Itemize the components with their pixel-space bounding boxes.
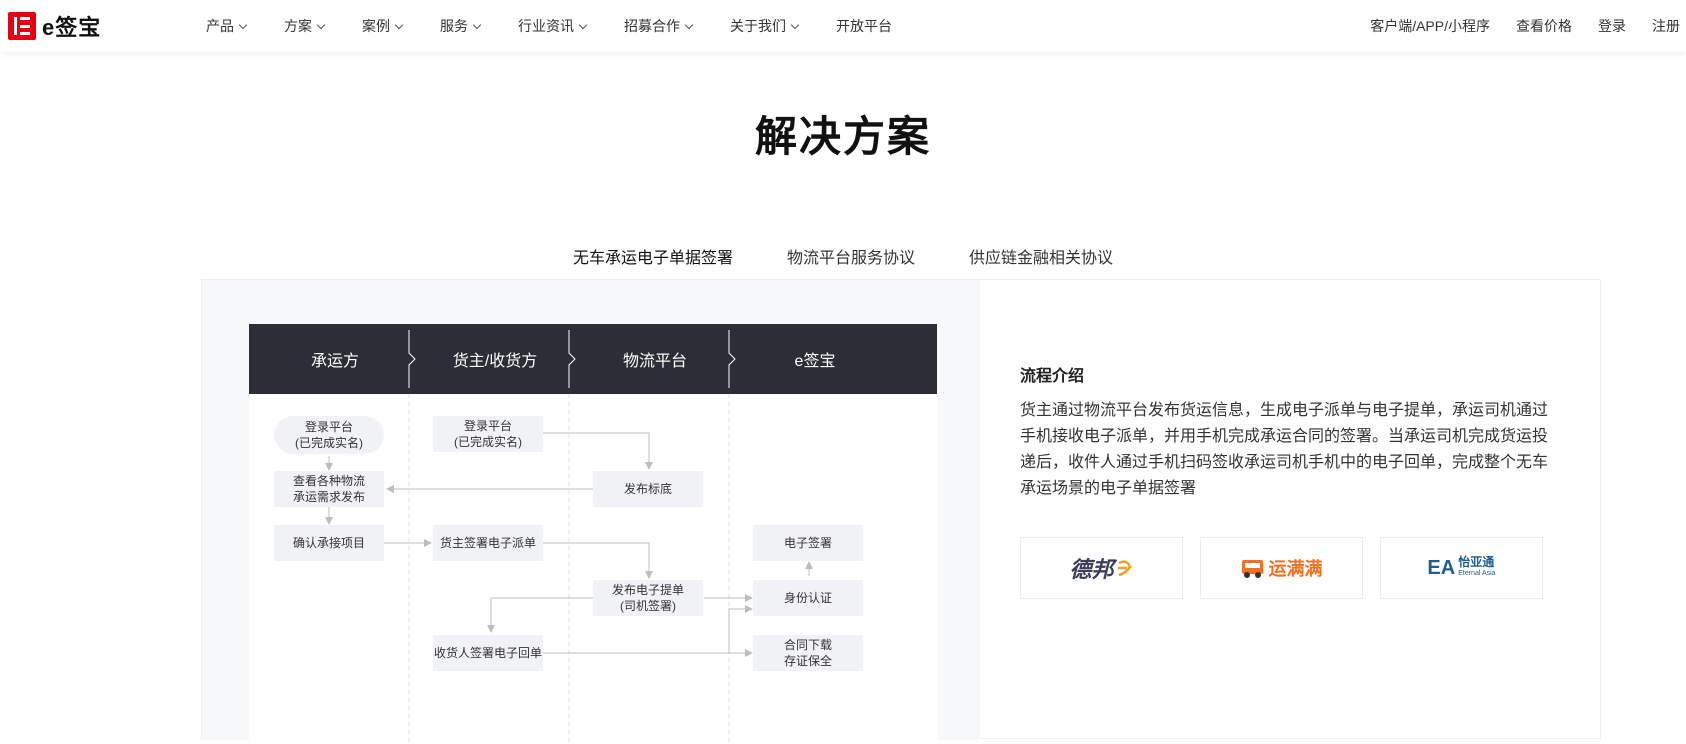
nav-label: 方案 [284, 18, 312, 34]
partner-subname: Eternal Asia [1458, 570, 1496, 577]
main-nav: 产品 方案 案例 服务 行业资讯 招募合作 关于我们 开放平台 [206, 0, 930, 52]
chevron-down-icon [394, 20, 404, 29]
solution-panel: 承运方 货主/收货方 物流平台 e签宝 登录平台 (已完成实名) 查看各种物流 … [201, 279, 1601, 744]
node-owner-sign-dispatch: 货主签署电子派单 [433, 525, 543, 561]
node-platform-bill: 发布电子提单 (司机签署) [593, 580, 703, 616]
truck-icon [1241, 560, 1263, 578]
chevron-down-icon [316, 20, 326, 29]
partner-name: 怡亚通 [1458, 555, 1495, 569]
lane-title-carrier: 承运方 [310, 353, 359, 370]
nav-label: 行业资讯 [518, 18, 574, 34]
nav-label: 案例 [362, 18, 390, 34]
node-owner-login: 登录平台 (已完成实名) [433, 416, 543, 452]
nav-item-services[interactable]: 服务 [440, 16, 482, 36]
lane-title-esign: e签宝 [794, 353, 836, 370]
nav-item-open-platform[interactable]: 开放平台 [836, 16, 892, 36]
partner-name: 德邦 [1069, 557, 1114, 582]
node-esign-sign: 电子签署 [753, 525, 863, 561]
node-carrier-login: 登录平台 (已完成实名) [274, 416, 384, 454]
login-link[interactable]: 登录 [1598, 16, 1626, 36]
logo[interactable]: e签宝 [8, 10, 101, 42]
flow-diagram: 承运方 货主/收货方 物流平台 e签宝 登录平台 (已完成实名) 查看各种物流 … [249, 324, 937, 744]
chevron-down-icon [578, 20, 588, 29]
pricing-link[interactable]: 查看价格 [1516, 16, 1572, 36]
lane-title-owner: 货主/收货方 [452, 353, 538, 370]
logo-mark-icon [8, 12, 36, 40]
nav-label: 招募合作 [624, 18, 680, 34]
chevron-down-icon [684, 20, 694, 29]
top-header: e签宝 产品 方案 案例 服务 行业资讯 招募合作 关于我们 开放平台 客户端/… [0, 0, 1686, 52]
client-app-link[interactable]: 客户端/APP/小程序 [1370, 16, 1490, 36]
node-esign-auth: 身份认证 [753, 580, 863, 616]
solution-tabs: 无车承运电子单据签署 物流平台服务协议 供应链金融相关协议 [0, 232, 1686, 283]
debang-mark-icon [1117, 560, 1131, 577]
chevron-down-icon [472, 20, 482, 29]
node-platform-publish-bid: 发布标底 [593, 471, 703, 507]
eternal-asia-mark-icon: EA [1427, 556, 1456, 579]
page-title: 解决方案 [754, 113, 931, 160]
tab-freight-documents[interactable]: 无车承运电子单据签署 [567, 232, 739, 283]
flow-diagram-area: 承运方 货主/收货方 物流平台 e签宝 登录平台 (已完成实名) 查看各种物流 … [202, 280, 980, 744]
nav-item-products[interactable]: 产品 [206, 16, 248, 36]
node-receiver-sign-receipt: 收货人签署电子回单 [433, 635, 543, 671]
tab-supply-chain-finance[interactable]: 供应链金融相关协议 [969, 232, 1113, 280]
tab-logistics-agreement[interactable]: 物流平台服务协议 [787, 232, 915, 280]
nav-item-about[interactable]: 关于我们 [730, 16, 800, 36]
nav-label: 服务 [440, 18, 468, 34]
lane-title-platform: 物流平台 [622, 353, 687, 370]
intro-text: 货主通过物流平台发布货运信息，生成电子派单与电子提单，承运司机通过手机接收电子派… [1020, 402, 1549, 497]
partner-name-block: 怡亚通 Eternal Asia [1458, 556, 1495, 580]
partner-logo-yunmanman: 运满满 [1200, 537, 1363, 599]
intro-title: 流程介绍 [1020, 368, 1085, 385]
nav-item-partners[interactable]: 招募合作 [624, 16, 694, 36]
register-link[interactable]: 注册 [1652, 16, 1680, 36]
nav-item-solutions[interactable]: 方案 [284, 16, 326, 36]
nav-label: 产品 [206, 18, 234, 34]
node-carrier-view-demand: 查看各种物流 承运需求发布 [274, 471, 384, 507]
node-carrier-confirm: 确认承接项目 [274, 525, 384, 561]
partner-logo-eternal-asia: EA 怡亚通 Eternal Asia [1380, 537, 1543, 599]
nav-item-cases[interactable]: 案例 [362, 16, 404, 36]
flow-intro: 流程介绍 货主通过物流平台发布货运信息，生成电子派单与电子提单，承运司机通过手机… [1020, 280, 1560, 740]
header-actions: 客户端/APP/小程序 查看价格 登录 注册 [1344, 0, 1680, 52]
partner-logos: 德邦 运满满 EA 怡亚通 Eternal Asia [1020, 537, 1560, 599]
nav-label: 开放平台 [836, 18, 892, 34]
logo-text: e签宝 [42, 15, 102, 40]
partner-logo-debang: 德邦 [1020, 537, 1183, 599]
nav-label: 关于我们 [730, 18, 786, 34]
partner-name: 运满满 [1268, 559, 1323, 579]
chevron-down-icon [238, 20, 248, 29]
node-esign-download: 合同下载 存证保全 [753, 635, 863, 671]
nav-item-news[interactable]: 行业资讯 [518, 16, 588, 36]
chevron-down-icon [790, 20, 800, 29]
